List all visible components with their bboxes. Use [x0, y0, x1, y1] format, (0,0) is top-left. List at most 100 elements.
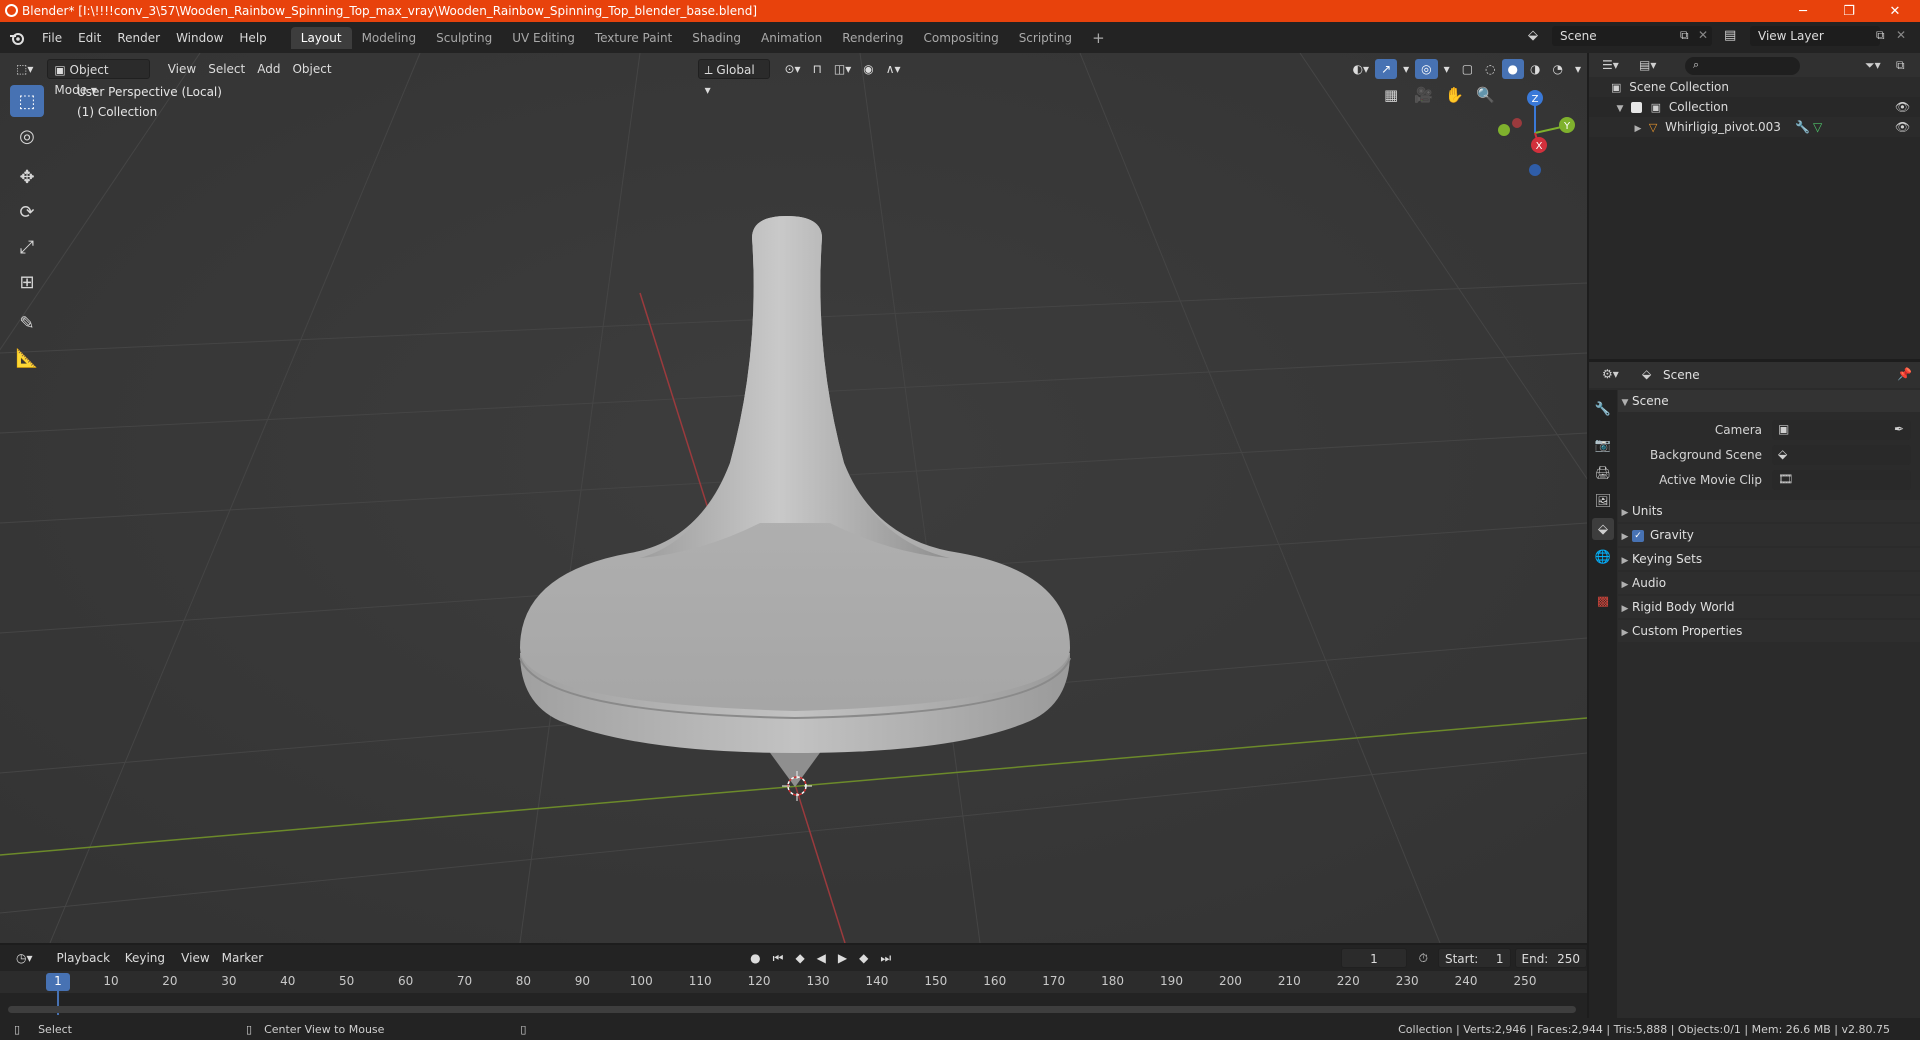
visibility-icon[interactable]: ◐▾ [1347, 59, 1376, 79]
navigation-gizmo[interactable]: Z Y X [1480, 78, 1580, 188]
jump-end-icon[interactable]: ⏭ [874, 948, 897, 968]
tab-compositing[interactable]: Compositing [913, 27, 1008, 49]
snap-target-icon[interactable]: ◫▾ [828, 59, 857, 79]
shading-wireframe-icon[interactable]: ◌ [1479, 59, 1501, 79]
current-frame-field[interactable]: 1 [1341, 948, 1407, 968]
add-workspace-button[interactable]: + [1082, 27, 1115, 49]
scale-tool-icon[interactable]: ⤢ [10, 231, 44, 263]
transform-tool-icon[interactable]: ⊞ [10, 266, 44, 298]
view-layer-field[interactable]: View Layer [1750, 26, 1880, 46]
tab-shading[interactable]: Shading [682, 27, 751, 49]
properties-editor-type-icon[interactable]: ⚙▾ [1602, 367, 1619, 381]
units-panel[interactable]: ▶ Units [1618, 500, 1920, 522]
display-mode-icon[interactable]: ▤▾ [1639, 58, 1656, 72]
blender-menu-icon[interactable] [0, 31, 34, 45]
xray-icon[interactable]: ▢ [1456, 59, 1479, 79]
eyedropper-icon[interactable]: ✒ [1894, 422, 1904, 436]
menu-select[interactable]: Select [202, 59, 251, 79]
tool-tab-icon[interactable]: 🔧 [1592, 398, 1614, 420]
tab-layout[interactable]: Layout [290, 26, 352, 49]
play-reverse-icon[interactable]: ◀ [811, 948, 832, 968]
menu-window[interactable]: Window [168, 27, 231, 49]
outliner-row-scene-collection[interactable]: ▣ Scene Collection [1589, 77, 1920, 97]
rigid-body-world-panel[interactable]: ▶ Rigid Body World [1618, 596, 1920, 618]
outliner-row-collection[interactable]: ▼ ▣ Collection 👁 [1589, 97, 1920, 117]
expand-arrow-icon[interactable]: ▼ [1613, 99, 1627, 119]
tab-animation[interactable]: Animation [751, 27, 832, 49]
menu-marker[interactable]: Marker [216, 948, 269, 968]
delete-scene-icon[interactable]: ✕ [1698, 28, 1708, 42]
close-button[interactable]: ✕ [1872, 0, 1918, 22]
pan-hand-icon[interactable]: ✋ [1445, 86, 1464, 104]
zoom-icon[interactable]: 🔍 [1476, 86, 1495, 104]
gravity-checkbox[interactable]: ✓ [1632, 529, 1644, 542]
move-tool-icon[interactable]: ✥ [10, 161, 44, 193]
scene-tab-icon[interactable]: ⬙ [1592, 518, 1614, 540]
collection-checkbox[interactable] [1630, 102, 1642, 113]
menu-timeline-view[interactable]: View [175, 948, 215, 968]
expand-arrow-icon[interactable]: ▶ [1631, 119, 1645, 139]
texture-tab-icon[interactable]: ▩ [1592, 590, 1614, 612]
tab-scripting[interactable]: Scripting [1009, 27, 1082, 49]
gizmo-dropdown-icon[interactable]: ▾ [1397, 59, 1415, 79]
snap-icon[interactable]: ⊓ [807, 59, 828, 79]
end-frame-field[interactable]: End: 250 [1514, 948, 1588, 968]
scene-panel-header[interactable]: ▼ Scene [1618, 390, 1920, 412]
audio-panel[interactable]: ▶ Audio [1618, 572, 1920, 594]
3d-viewport[interactable]: User Perspective (Local) (1) Collection … [0, 53, 1587, 943]
cursor-tool-icon[interactable]: ◎ [10, 120, 44, 152]
measure-tool-icon[interactable]: 📐 [10, 342, 44, 374]
prev-keyframe-icon[interactable]: ◆ [789, 948, 810, 968]
world-tab-icon[interactable]: 🌐 [1592, 546, 1614, 568]
minimize-button[interactable]: ─ [1780, 0, 1826, 22]
filter-icon[interactable]: ⏷▾ [1865, 58, 1881, 73]
timeline-editor-type-icon[interactable]: ◷▾ [10, 948, 39, 968]
orientation-dropdown[interactable]: ⟂ Global ▾ [697, 59, 771, 97]
falloff-icon[interactable]: ∧▾ [880, 59, 907, 79]
shading-dropdown-icon[interactable]: ▾ [1569, 59, 1587, 79]
modifier-wrench-icon[interactable]: 🔧 [1795, 117, 1810, 137]
outliner-search-input[interactable]: ⌕ [1685, 57, 1800, 75]
overlays-toggle-icon[interactable]: ◎ [1415, 59, 1438, 79]
shading-rendered-icon[interactable]: ◔ [1546, 59, 1568, 79]
toggle-ortho-grid-icon[interactable]: ▦ [1384, 86, 1398, 104]
menu-help[interactable]: Help [231, 27, 274, 49]
editor-type-icon[interactable]: ⬚▾ [10, 59, 39, 79]
menu-keying[interactable]: Keying ▾ [119, 948, 175, 985]
custom-properties-panel[interactable]: ▶ Custom Properties [1618, 620, 1920, 642]
shading-solid-icon[interactable]: ● [1501, 59, 1524, 79]
viewport-canvas[interactable] [0, 53, 1587, 943]
gizmo-toggle-icon[interactable]: ↗ [1375, 59, 1398, 79]
camera-field[interactable]: ▣ ✒ [1772, 420, 1911, 440]
mode-dropdown[interactable]: ▣ Object Mode ▾ [47, 59, 150, 97]
view-layer-icon[interactable]: ▤ [1724, 28, 1736, 43]
record-icon[interactable]: ● [744, 948, 766, 968]
scene-selector-icon[interactable]: ⬙ [1528, 28, 1538, 43]
camera-view-icon[interactable]: 🎥 [1414, 86, 1433, 104]
tab-modeling[interactable]: Modeling [352, 27, 427, 49]
jump-start-icon[interactable]: ⏮ [767, 948, 790, 968]
eye-icon[interactable]: 👁 [1895, 117, 1910, 137]
mesh-data-icon[interactable]: ▽ [1813, 117, 1822, 137]
menu-render[interactable]: Render [109, 27, 168, 49]
select-box-tool-icon[interactable]: ⬚ [10, 85, 44, 117]
overlays-dropdown-icon[interactable]: ▾ [1438, 59, 1456, 79]
delete-view-layer-icon[interactable]: ✕ [1896, 28, 1906, 42]
pivot-point-icon[interactable]: ⊙▾ [778, 59, 806, 79]
menu-view[interactable]: View [162, 59, 202, 79]
tab-sculpting[interactable]: Sculpting [426, 27, 502, 49]
menu-playback[interactable]: Playback ▾ [51, 948, 119, 985]
rotate-tool-icon[interactable]: ⟳ [10, 196, 44, 228]
new-collection-icon[interactable]: ⧉ [1896, 58, 1905, 73]
timeline-scrollbar[interactable] [8, 1006, 1576, 1013]
gravity-panel[interactable]: ▶ ✓ Gravity [1618, 524, 1920, 546]
eye-icon[interactable]: 👁 [1895, 97, 1910, 117]
maximize-button[interactable]: ❐ [1826, 0, 1872, 22]
play-icon[interactable]: ▶ [832, 948, 853, 968]
pin-icon[interactable]: 📌 [1897, 367, 1912, 381]
background-scene-field[interactable]: ⬙ [1772, 445, 1911, 465]
next-keyframe-icon[interactable]: ◆ [853, 948, 874, 968]
outliner-row-object[interactable]: ▶ ▽ Whirligig_pivot.003 🔧 ▽ 👁 [1589, 117, 1920, 137]
tab-texture-paint[interactable]: Texture Paint [585, 27, 682, 49]
outliner-editor-type-icon[interactable]: ☰▾ [1602, 58, 1619, 72]
